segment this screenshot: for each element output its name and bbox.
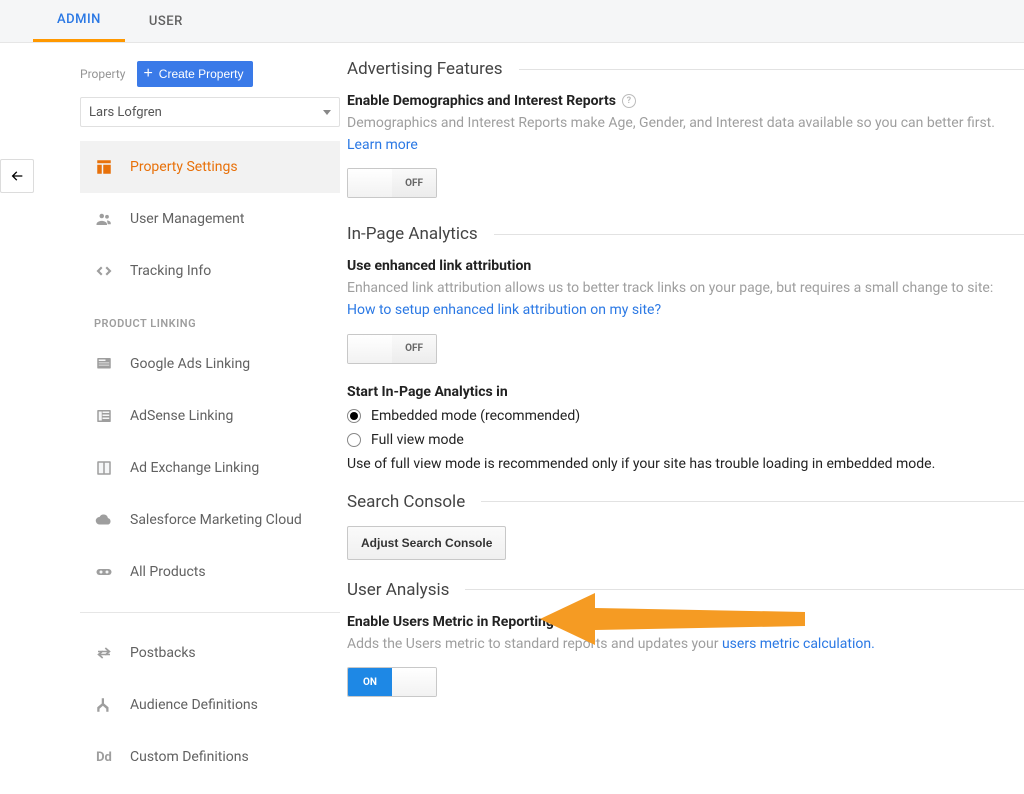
nav-postbacks[interactable]: Postbacks — [80, 627, 340, 679]
nav-label: All Products — [130, 564, 206, 580]
plus-icon: + — [143, 66, 152, 82]
nav-all-products[interactable]: All Products — [80, 546, 340, 598]
code-icon — [94, 261, 114, 281]
users-icon — [94, 209, 114, 229]
toggle-on-label: ON — [348, 668, 392, 696]
nav-google-ads[interactable]: Google Ads Linking — [80, 338, 340, 390]
nav-label: User Management — [130, 211, 244, 227]
nav-label: Ad Exchange Linking — [130, 460, 259, 476]
nav-sfmc[interactable]: Salesforce Marketing Cloud — [80, 494, 340, 546]
nav-label: AdSense Linking — [130, 408, 233, 424]
demographics-desc: Demographics and Interest Reports make A… — [347, 113, 1024, 156]
property-nav: Property Settings User Management Tracki… — [80, 141, 340, 598]
create-property-label: Create Property — [159, 67, 244, 81]
tab-user[interactable]: USER — [125, 0, 207, 42]
property-nav-lower: Postbacks Audience Definitions Dd Custom… — [80, 627, 340, 783]
radio-label: Embedded mode (recommended) — [371, 408, 580, 424]
section-title: Search Console — [347, 492, 465, 512]
settings-content: Advertising Features Enable Demographics… — [347, 43, 1024, 794]
property-label: Property — [80, 67, 125, 81]
fullview-note: Use of full view mode is recommended onl… — [347, 456, 1024, 472]
radio-icon — [347, 409, 361, 423]
section-title: Advertising Features — [347, 59, 503, 79]
ela-toggle[interactable]: OFF — [347, 334, 437, 364]
section-title: User Analysis — [347, 580, 449, 600]
nav-label: Audience Definitions — [130, 697, 258, 713]
toggle-off-label: OFF — [392, 335, 436, 363]
cloud-icon — [94, 510, 114, 530]
ela-help-link[interactable]: How to setup enhanced link attribution o… — [347, 302, 661, 318]
section-title: In-Page Analytics — [347, 224, 478, 244]
demographics-label: Enable Demographics and Interest Reports… — [347, 93, 1024, 109]
back-button[interactable] — [0, 159, 34, 193]
property-dropdown[interactable]: Lars Lofgren — [80, 97, 340, 127]
users-metric-link[interactable]: users metric calculation. — [722, 636, 875, 652]
dd-icon: Dd — [94, 747, 114, 767]
users-metric-label: Enable Users Metric in Reporting — [347, 614, 1024, 630]
learn-more-link[interactable]: Learn more — [347, 137, 418, 153]
layout-icon — [94, 157, 114, 177]
adjust-search-console-button[interactable]: Adjust Search Console — [347, 526, 506, 560]
back-arrow-icon — [9, 168, 25, 184]
nav-label: Tracking Info — [130, 263, 211, 279]
section-user-analysis: User Analysis — [347, 580, 1024, 600]
back-column — [0, 43, 22, 794]
section-inpage-analytics: In-Page Analytics — [347, 224, 1024, 244]
property-dropdown-value: Lars Lofgren — [89, 105, 162, 120]
product-linking-header: PRODUCT LINKING — [80, 297, 340, 338]
nav-label: Property Settings — [130, 159, 238, 175]
radio-embedded[interactable]: Embedded mode (recommended) — [347, 408, 1024, 424]
property-sidebar: Property + Create Property Lars Lofgren … — [22, 43, 347, 794]
radio-icon — [347, 433, 361, 447]
adsense-icon — [94, 406, 114, 426]
ela-label: Use enhanced link attribution — [347, 258, 1024, 274]
chevron-down-icon — [323, 110, 331, 115]
branch-icon — [94, 695, 114, 715]
ela-desc: Enhanced link attribution allows us to b… — [347, 278, 1024, 321]
nav-adsense[interactable]: AdSense Linking — [80, 390, 340, 442]
radio-full-view[interactable]: Full view mode — [347, 432, 1024, 448]
radio-label: Full view mode — [371, 432, 464, 448]
start-inpage-label: Start In-Page Analytics in — [347, 384, 1024, 400]
users-metric-desc: Adds the Users metric to standard report… — [347, 634, 1024, 656]
section-search-console: Search Console — [347, 492, 1024, 512]
adx-icon — [94, 458, 114, 478]
toggle-off-label: OFF — [392, 169, 436, 197]
users-metric-toggle[interactable]: ON — [347, 667, 437, 697]
nav-property-settings[interactable]: Property Settings — [80, 141, 340, 193]
top-tabs: ADMIN USER — [0, 0, 1024, 43]
nav-label: Postbacks — [130, 645, 196, 661]
help-icon[interactable]: ? — [622, 94, 636, 108]
nav-label: Salesforce Marketing Cloud — [130, 512, 302, 528]
demographics-toggle[interactable]: OFF — [347, 168, 437, 198]
nav-label: Custom Definitions — [130, 749, 249, 765]
tab-admin[interactable]: ADMIN — [33, 0, 125, 42]
nav-divider — [80, 612, 340, 613]
nav-custom-definitions[interactable]: Dd Custom Definitions — [80, 731, 340, 783]
section-advertising-features: Advertising Features — [347, 59, 1024, 79]
create-property-button[interactable]: + Create Property — [137, 61, 253, 87]
link-icon — [94, 562, 114, 582]
nav-audience-definitions[interactable]: Audience Definitions — [80, 679, 340, 731]
nav-user-management[interactable]: User Management — [80, 193, 340, 245]
nav-label: Google Ads Linking — [130, 356, 250, 372]
nav-tracking-info[interactable]: Tracking Info — [80, 245, 340, 297]
sync-icon — [94, 643, 114, 663]
ads-icon — [94, 354, 114, 374]
nav-adx[interactable]: Ad Exchange Linking — [80, 442, 340, 494]
